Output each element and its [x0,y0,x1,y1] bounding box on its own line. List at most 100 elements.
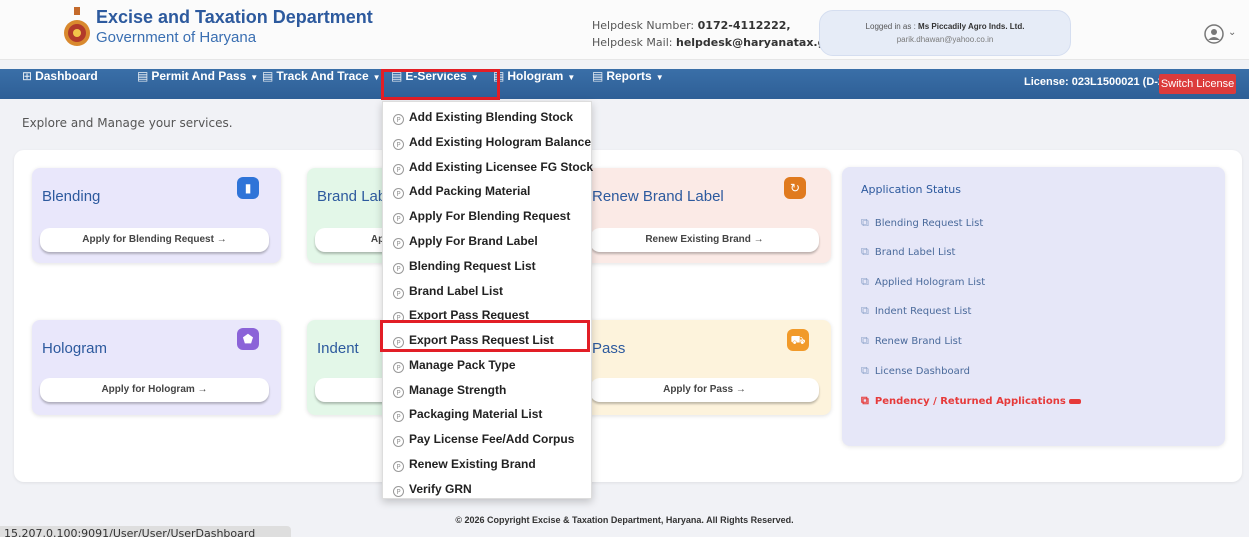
p-circle-icon: P [393,213,404,224]
external-link-icon: ⧉ [861,245,869,258]
chevron-down-icon[interactable]: ⌄ [1228,27,1236,38]
status-link-label: Renew Brand List [874,336,962,347]
p-circle-icon: P [393,436,404,447]
menu-item-add-packing-material[interactable]: P Add Packing Material [393,184,530,199]
menu-item-add-existing-hologram-balance[interactable]: P Add Existing Hologram Balance [393,135,591,150]
nav-dashboard-label: Dashboard [35,69,98,83]
e-services-highlight-box [381,69,500,100]
menu-item-label: Manage Strength [409,383,507,397]
nav-reports[interactable]: ▤ Reports ▼ [592,69,664,99]
list-icon: ▤ [262,69,274,83]
menu-item-blending-request-list[interactable]: P Blending Request List [393,259,536,274]
link-pendency-returned-applications[interactable]: ⧉ Pendency / Returned Applications [861,394,1081,408]
user-avatar-icon[interactable] [1204,24,1224,44]
p-circle-icon: P [393,288,404,299]
menu-item-add-existing-blending-stock[interactable]: P Add Existing Blending Stock [393,110,573,125]
helpdesk-mail-label: Helpdesk Mail: [592,36,673,49]
browser-status-url: 15.207.0.100:9091/User/User/UserDashboar… [0,526,291,537]
card-hologram: Hologram ⬟ Apply for Hologram → [32,320,281,415]
status-link-label: License Dashboard [874,366,970,377]
menu-item-brand-label-list[interactable]: P Brand Label List [393,284,503,299]
p-circle-icon: P [393,461,404,472]
nav-permit-and-pass[interactable]: ▤ Permit And Pass ▼ [137,69,258,99]
p-circle-icon: P [393,164,404,175]
card-title: Renew Brand Label [592,188,724,205]
status-link-label: Indent Request List [874,306,972,317]
link-applied-hologram-list[interactable]: ⧉ Applied Hologram List [861,275,985,289]
nav-track-and-trace[interactable]: ▤ Track And Trace ▼ [262,69,381,99]
p-circle-icon: P [393,362,404,373]
dept-title: Excise and Taxation Department [96,7,373,27]
truck-icon: ⛟ [787,329,809,351]
link-license-dashboard[interactable]: ⧉ License Dashboard [861,364,970,378]
external-link-icon: ⧉ [861,394,869,407]
apply-pass-button[interactable]: Apply for Pass → [590,378,819,402]
menu-item-apply-for-brand-label[interactable]: P Apply For Brand Label [393,234,538,249]
top-header: Excise and Taxation Department Governmen… [0,0,1249,60]
application-status-panel: Application Status ⧉ Blending Request Lis… [842,167,1225,446]
menu-item-label: Apply For Brand Label [409,234,538,248]
menu-item-manage-pack-type[interactable]: P Manage Pack Type [393,358,516,373]
menu-item-pay-license-fee[interactable]: P Pay License Fee/Add Corpus [393,432,574,447]
card-title: Indent [317,340,359,357]
external-link-icon: ⧉ [861,364,869,377]
p-circle-icon: P [393,188,404,199]
menu-item-label: Verify GRN [409,482,472,496]
status-link-label: Blending Request List [874,218,984,229]
menu-item-label: Renew Existing Brand [409,457,536,471]
card-blending: Blending ▮ Apply for Blending Request → [32,168,281,263]
nav-hologram-label: Hologram [507,69,564,83]
menu-item-label: Blending Request List [409,259,536,273]
renew-existing-brand-button[interactable]: Renew Existing Brand → [590,228,819,252]
p-circle-icon: P [393,238,404,249]
menu-item-label: Pay License Fee/Add Corpus [409,432,575,446]
page-intro: Explore and Manage your services. [22,116,233,130]
helpdesk-number: 0172-4112222, [697,19,791,32]
nav-dashboard[interactable]: ⊞ Dashboard [22,69,98,99]
apply-hologram-button[interactable]: Apply for Hologram → [40,378,269,402]
license-value: 023L1500021 (D-2) [1071,76,1168,88]
p-circle-icon: P [393,114,404,125]
license-label: License: [1024,76,1069,88]
menu-item-label: Add Packing Material [409,184,531,198]
refresh-icon: ↻ [784,177,806,199]
link-blending-request-list[interactable]: ⧉ Blending Request List [861,216,983,230]
link-indent-request-list[interactable]: ⧉ Indent Request List [861,304,971,318]
haryana-emblem-icon [64,7,90,46]
card-title: Blending [42,188,101,205]
external-link-icon: ⧉ [861,275,869,288]
menu-item-packaging-material-list[interactable]: P Packaging Material List [393,407,542,422]
p-circle-icon: P [393,263,404,274]
menu-item-verify-grn[interactable]: P Verify GRN [393,482,472,497]
logged-in-box: Logged in as : Ms Piccadily Agro Inds. L… [819,10,1071,56]
p-circle-icon: P [393,139,404,150]
switch-license-button[interactable]: Switch License [1159,74,1236,94]
p-circle-icon: P [393,486,404,497]
menu-item-add-existing-licensee-fg-stock[interactable]: P Add Existing Licensee FG Stock [393,160,593,175]
logged-in-label: Logged in as : [865,22,916,31]
menu-item-label: Add Existing Licensee FG Stock [409,160,594,174]
card-renew-brand-label: Renew Brand Label ↻ Renew Existing Brand… [582,168,831,263]
menu-item-manage-strength[interactable]: P Manage Strength [393,383,506,398]
logged-in-name: Ms Piccadily Agro Inds. Ltd. [918,22,1025,31]
nav-reports-label: Reports [606,69,652,83]
menu-item-label: Packaging Material List [409,407,543,421]
nav-track-label: Track And Trace [276,69,369,83]
apply-blending-button[interactable]: Apply for Blending Request → [40,228,269,252]
link-renew-brand-list[interactable]: ⧉ Renew Brand List [861,334,962,348]
helpdesk-info: Helpdesk Number: 0172-4112222, Helpdesk … [592,17,855,51]
menu-item-label: Add Existing Hologram Balance [409,135,592,149]
link-brand-label-list[interactable]: ⧉ Brand Label List [861,245,955,259]
nav-permit-label: Permit And Pass [151,69,247,83]
menu-item-label: Brand Label List [409,284,504,298]
external-link-icon: ⧉ [861,334,869,347]
list-icon: ▤ [137,69,149,83]
card-pass: Pass ⛟ Apply for Pass → [582,320,831,415]
dept-subtitle: Government of Haryana [96,29,257,46]
p-circle-icon: P [393,387,404,398]
caret-down-icon: ▼ [372,73,381,82]
nav-hologram[interactable]: ▤ Hologram ▼ [493,69,575,99]
e-services-dropdown-menu: P Add Existing Blending Stock P Add Existi… [382,101,593,499]
menu-item-apply-for-blending-request[interactable]: P Apply For Blending Request [393,209,570,224]
menu-item-renew-existing-brand[interactable]: P Renew Existing Brand [393,457,536,472]
